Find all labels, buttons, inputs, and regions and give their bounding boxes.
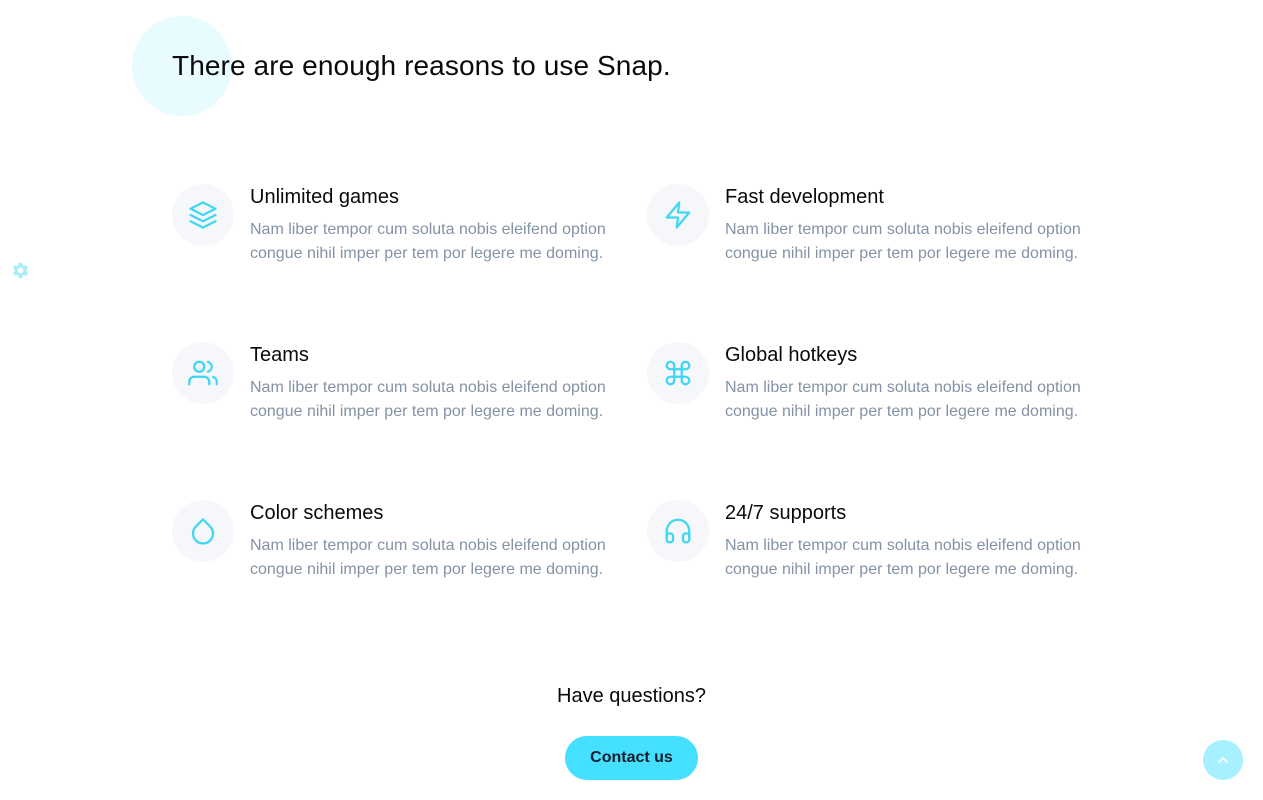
feature-description: Nam liber tempor cum soluta nobis eleife…	[725, 221, 1081, 262]
feature-item-24-7-supports: 24/7 supports Nam liber tempor cum solut…	[647, 500, 1087, 630]
layers-icon	[189, 201, 217, 229]
back-to-top-button[interactable]	[1203, 740, 1243, 780]
feature-item-color-schemes: Color schemes Nam liber tempor cum solut…	[172, 500, 612, 630]
feature-icon-circle	[172, 342, 234, 404]
feature-item-teams: Teams Nam liber tempor cum soluta nobis …	[172, 342, 612, 472]
feature-description: Nam liber tempor cum soluta nobis eleife…	[725, 537, 1081, 578]
questions-heading: Have questions?	[557, 685, 706, 707]
feature-icon-circle	[172, 500, 234, 562]
chevron-up-icon	[1218, 757, 1228, 763]
gear-icon	[13, 262, 28, 279]
feature-description: Nam liber tempor cum soluta nobis eleife…	[250, 221, 606, 262]
feature-description: Nam liber tempor cum soluta nobis eleife…	[250, 379, 606, 420]
feature-item-global-hotkeys: Global hotkeys Nam liber tempor cum solu…	[647, 342, 1087, 472]
feature-title: 24/7 supports	[725, 502, 847, 524]
command-icon	[665, 360, 691, 386]
feature-description: Nam liber tempor cum soluta nobis eleife…	[725, 379, 1081, 420]
feature-title: Global hotkeys	[725, 344, 858, 366]
feature-title: Color schemes	[250, 502, 384, 524]
headphones-icon	[665, 518, 691, 544]
feature-item-unlimited-games: Unlimited games Nam liber tempor cum sol…	[172, 184, 612, 314]
feature-icon-circle	[172, 184, 234, 246]
section-heading: There are enough reasons to use Snap.	[172, 50, 671, 81]
feature-item-fast-development: Fast development Nam liber tempor cum so…	[647, 184, 1087, 314]
feature-icon-circle	[647, 500, 709, 562]
feature-title: Unlimited games	[250, 186, 399, 208]
feature-icon-circle	[647, 184, 709, 246]
users-icon	[188, 360, 218, 386]
feature-title: Fast development	[725, 186, 884, 208]
settings-toggle[interactable]	[11, 261, 30, 280]
feature-icon-circle	[647, 342, 709, 404]
contact-us-button[interactable]: Contact us	[565, 736, 698, 780]
droplet-icon	[191, 518, 215, 545]
feature-description: Nam liber tempor cum soluta nobis eleife…	[250, 537, 606, 578]
feature-title: Teams	[250, 344, 309, 366]
zap-icon	[665, 201, 691, 229]
